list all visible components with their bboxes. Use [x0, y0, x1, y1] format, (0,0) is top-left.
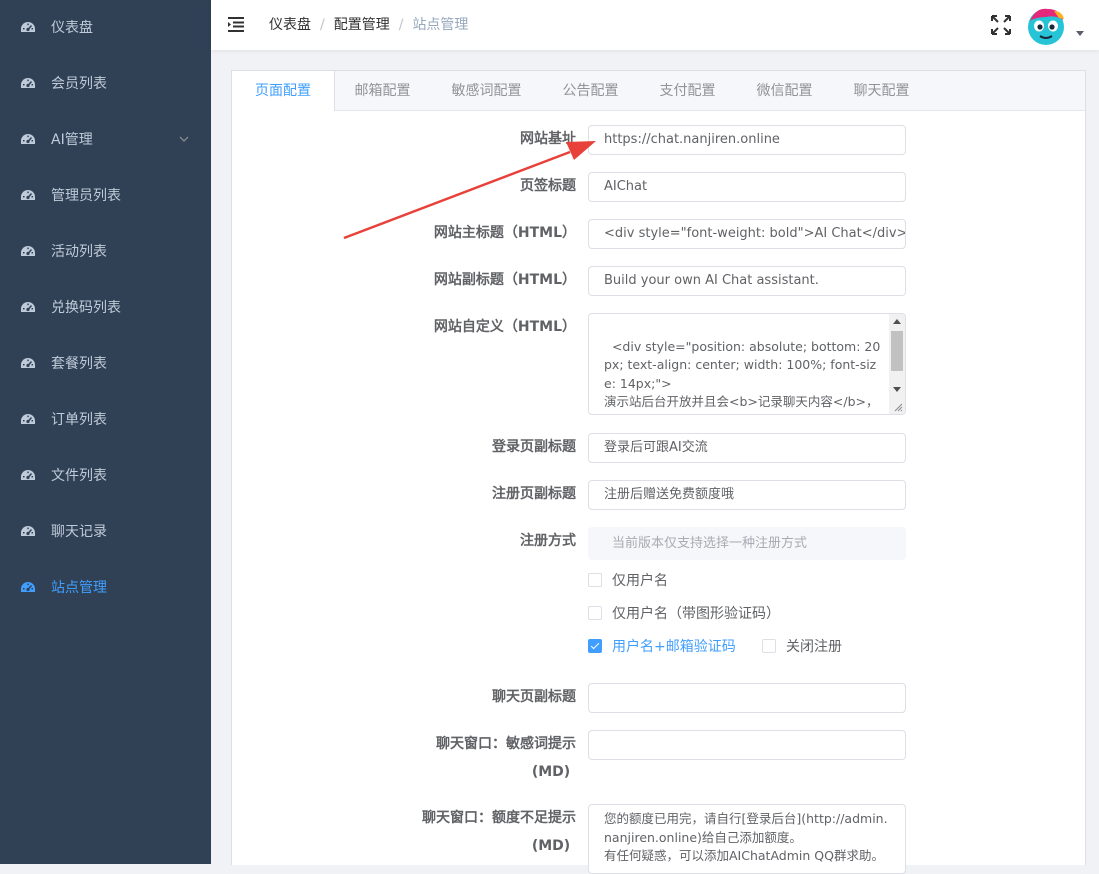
sidebar-item[interactable]: 会员列表 — [0, 56, 211, 112]
checkbox-label: 用户名+邮箱验证码 — [612, 639, 736, 655]
dashboard-icon — [21, 582, 35, 592]
sidebar-item[interactable]: 站点管理 — [0, 560, 211, 616]
dashboard-icon — [21, 134, 35, 144]
scroll-down-icon[interactable] — [893, 387, 901, 392]
tab[interactable]: 邮箱配置 — [334, 71, 431, 110]
dashboard-icon — [21, 302, 35, 312]
sidebar-item[interactable]: 活动列表 — [0, 224, 211, 280]
checkbox-checked[interactable] — [588, 639, 602, 653]
breadcrumb-config[interactable]: 配置管理 — [334, 16, 390, 34]
register-option-closed[interactable]: 关闭注册 — [762, 636, 842, 656]
tab[interactable]: 聊天配置 — [833, 71, 930, 110]
caret-down-icon[interactable] — [1076, 31, 1084, 36]
tab[interactable]: 微信配置 — [736, 71, 833, 110]
tab[interactable]: 页面配置 — [232, 71, 335, 111]
breadcrumb-separator: / — [398, 17, 404, 33]
dashboard-icon — [21, 526, 35, 536]
scroll-thumb[interactable] — [891, 331, 903, 371]
breadcrumb-current: 站点管理 — [412, 17, 469, 33]
sidebar-item-label: 仪表盘 — [51, 20, 93, 36]
register-subtitle-label: 注册页副标题 — [492, 486, 576, 502]
dashboard-icon — [21, 190, 35, 200]
register-subtitle-input[interactable]: 注册后赠送免费额度哦 — [588, 480, 906, 510]
sidebar-item[interactable]: 订单列表 — [0, 392, 211, 448]
checkbox-label: 仅用户名 — [612, 573, 668, 589]
textarea-scrollbar[interactable] — [889, 314, 905, 414]
sidebar-item[interactable]: 文件列表 — [0, 448, 211, 504]
sidebar-item[interactable]: 聊天记录 — [0, 504, 211, 560]
sidebar-item[interactable]: 仪表盘 — [0, 0, 211, 56]
checkbox-label: 关闭注册 — [786, 639, 842, 655]
tab[interactable]: 敏感词配置 — [431, 71, 542, 110]
sidebar-item-label: AI管理 — [51, 132, 93, 148]
sidebar-item-label: 文件列表 — [51, 468, 107, 484]
page-title-label: 页签标题 — [520, 178, 576, 194]
sidebar-item[interactable]: 管理员列表 — [0, 168, 211, 224]
sensitive-tip-label-md: (MD) — [531, 764, 571, 780]
quota-tip-label: 聊天窗口：额度不足提示 — [422, 810, 576, 826]
sidebar-item-label: 聊天记录 — [51, 524, 107, 540]
fullscreen-icon[interactable] — [990, 14, 1012, 36]
sidebar: 仪表盘会员列表 AI管理管理员列表活动列表兑换码列表套餐列表订单列表文件列表聊天记… — [0, 0, 211, 864]
checkbox[interactable] — [588, 606, 602, 620]
main-title-label: 网站主标题（HTML） — [433, 225, 576, 241]
sub-title-input[interactable]: Build your own AI Chat assistant. — [588, 266, 906, 296]
sidebar-item-label: 会员列表 — [51, 76, 107, 92]
custom-html-textarea[interactable]: <div style="position: absolute; bottom: … — [588, 313, 906, 415]
dashboard-icon — [21, 470, 35, 480]
chevron-down-icon — [179, 136, 189, 142]
register-option-username-email[interactable]: 用户名+邮箱验证码 — [588, 636, 736, 656]
register-option-username[interactable]: 仅用户名 — [588, 570, 668, 590]
resize-grip-icon[interactable] — [893, 402, 903, 412]
sensitive-tip-label: 聊天窗口：敏感词提示 — [436, 736, 576, 752]
checkbox-label: 仅用户名（带图形验证码） — [612, 606, 780, 622]
sidebar-item-label: 套餐列表 — [51, 356, 107, 372]
login-subtitle-label: 登录页副标题 — [492, 439, 576, 455]
breadcrumb: 仪表盘 / 配置管理 / 站点管理 — [269, 16, 468, 34]
chat-subtitle-input[interactable] — [588, 683, 906, 713]
main-title-input[interactable]: <div style="font-weight: bold">AI Chat</… — [588, 219, 906, 249]
top-navbar: 仪表盘 / 配置管理 / 站点管理 — [211, 0, 1099, 50]
custom-html-text: <div style="position: absolute; bottom: … — [604, 338, 881, 415]
dashboard-icon — [21, 414, 35, 424]
tab[interactable]: 公告配置 — [542, 71, 639, 110]
custom-html-label: 网站自定义（HTML） — [433, 319, 576, 335]
breadcrumb-dashboard[interactable]: 仪表盘 — [269, 16, 311, 34]
settings-tabs: 页面配置 邮箱配置 敏感词配置 公告配置 支付配置 微信配置 聊天配置 — [232, 71, 1085, 111]
tab[interactable]: 支付配置 — [639, 71, 736, 110]
sidebar-item-label: 站点管理 — [51, 580, 107, 596]
site-url-label: 网站基址 — [520, 131, 576, 147]
sub-title-label: 网站副标题（HTML） — [433, 272, 576, 288]
sidebar-item-label: 订单列表 — [51, 412, 107, 428]
scroll-up-icon[interactable] — [893, 319, 901, 324]
hamburger-icon[interactable] — [228, 16, 244, 32]
register-method-placeholder: 当前版本仅支持选择一种注册方式 — [588, 527, 906, 560]
sidebar-item-label: 兑换码列表 — [51, 300, 121, 316]
sidebar-item[interactable]: AI管理 — [0, 112, 211, 168]
sensitive-tip-input[interactable] — [588, 730, 906, 760]
breadcrumb-separator: / — [320, 17, 325, 33]
chat-subtitle-label: 聊天页副标题 — [492, 689, 576, 705]
login-subtitle-input[interactable]: 登录后可跟AI交流 — [588, 433, 906, 463]
dashboard-icon — [21, 78, 35, 88]
checkbox[interactable] — [588, 573, 602, 587]
sidebar-item[interactable]: 兑换码列表 — [0, 280, 211, 336]
avatar[interactable] — [1026, 5, 1066, 45]
site-url-input[interactable]: https://chat.nanjiren.online — [588, 125, 906, 155]
register-option-username-captcha[interactable]: 仅用户名（带图形验证码） — [588, 603, 780, 623]
dashboard-icon — [21, 22, 35, 32]
dashboard-icon — [21, 358, 35, 368]
sidebar-item-label: 管理员列表 — [51, 188, 121, 204]
sidebar-item-label: 活动列表 — [51, 244, 107, 260]
dashboard-icon — [21, 246, 35, 256]
page-title-input[interactable]: AIChat — [588, 172, 906, 202]
checkbox[interactable] — [762, 639, 776, 653]
sidebar-item[interactable]: 套餐列表 — [0, 336, 211, 392]
quota-tip-label-md: (MD) — [531, 838, 571, 854]
register-method-label: 注册方式 — [520, 533, 576, 549]
